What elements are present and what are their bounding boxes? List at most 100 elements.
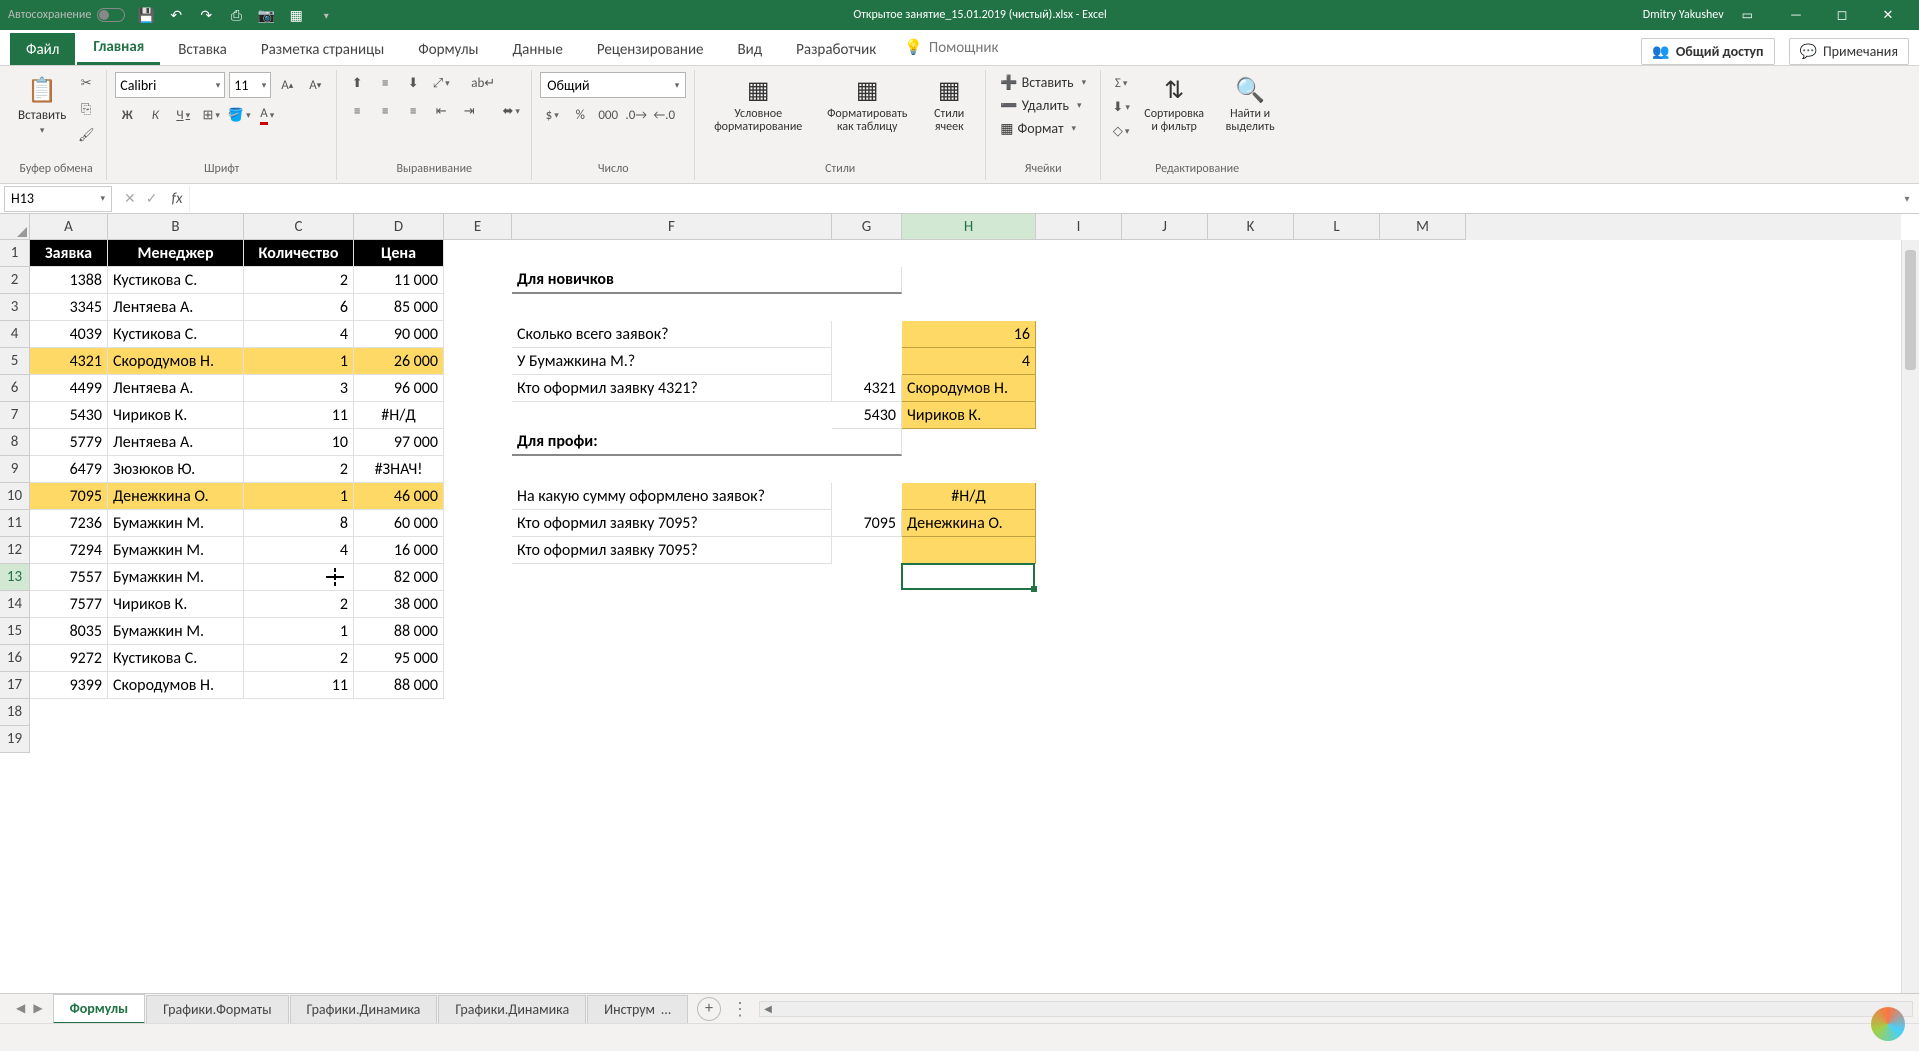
cell-C2[interactable]: 2 <box>244 267 354 294</box>
cell-D3[interactable]: 85 000 <box>354 294 444 321</box>
paste-button[interactable]: 📋 Вставить ▾ <box>14 72 70 138</box>
formula-input[interactable] <box>189 186 1895 212</box>
orientation-button[interactable]: ⤢ <box>429 72 453 94</box>
row-hdr-18[interactable]: 18 <box>0 699 30 726</box>
format-as-table-button[interactable]: ▦ Форматировать как таблицу <box>817 72 917 136</box>
cell-A15[interactable]: 8035 <box>30 618 108 645</box>
enter-formula-icon[interactable]: ✓ <box>146 190 158 207</box>
cell-B16[interactable]: Кустикова С. <box>108 645 244 672</box>
cells-area[interactable]: ЗаявкаМенеджерКоличествоЦена1388Кустиков… <box>30 240 1901 994</box>
cell-B7[interactable]: Чириков К. <box>108 402 244 429</box>
row-hdr-10[interactable]: 10 <box>0 483 30 510</box>
cell-D7[interactable]: #Н/Д <box>354 402 444 429</box>
close-button[interactable]: ✕ <box>1865 0 1911 30</box>
cell-D5[interactable]: 26 000 <box>354 348 444 375</box>
minimize-button[interactable]: — <box>1773 0 1819 30</box>
ribbon-display-icon[interactable]: ▭ <box>1742 8 1753 23</box>
fill-button[interactable]: ⬇ <box>1109 96 1133 118</box>
align-top-button[interactable]: ⬆ <box>345 72 369 94</box>
cell-F10[interactable]: На какую сумму оформлено заявок? <box>512 483 832 510</box>
cell-B13[interactable]: Бумажкин М. <box>108 564 244 591</box>
cell-A11[interactable]: 7236 <box>30 510 108 537</box>
tab-home[interactable]: Главная <box>77 30 160 65</box>
cell-C14[interactable]: 2 <box>244 591 354 618</box>
cell-C17[interactable]: 11 <box>244 672 354 699</box>
align-center-button[interactable]: ≡ <box>373 100 397 122</box>
cancel-formula-icon[interactable]: ✕ <box>124 190 136 207</box>
row-hdr-16[interactable]: 16 <box>0 645 30 672</box>
row-hdr-13[interactable]: 13 <box>0 564 30 591</box>
tab-data[interactable]: Данные <box>497 33 579 65</box>
cell-F5[interactable]: У Бумажкина М.? <box>512 348 832 375</box>
cell-B11[interactable]: Бумажкин М. <box>108 510 244 537</box>
tab-view[interactable]: Вид <box>722 33 779 65</box>
camera-icon[interactable]: 📷 <box>257 6 275 24</box>
col-hdr-B[interactable]: B <box>108 214 244 240</box>
tab-page-layout[interactable]: Разметка страницы <box>245 33 400 65</box>
row-hdr-7[interactable]: 7 <box>0 402 30 429</box>
align-left-button[interactable]: ≡ <box>345 100 369 122</box>
col-hdr-C[interactable]: C <box>244 214 354 240</box>
cell-D13[interactable]: 82 000 <box>354 564 444 591</box>
cell-D2[interactable]: 11 000 <box>354 267 444 294</box>
cell-C15[interactable]: 1 <box>244 618 354 645</box>
horizontal-scrollbar[interactable]: ◀ <box>759 1001 1913 1017</box>
cell-D1[interactable]: Цена <box>354 240 444 267</box>
cell-D16[interactable]: 95 000 <box>354 645 444 672</box>
col-hdr-F[interactable]: F <box>512 214 832 240</box>
insert-cells-button[interactable]: ➕Вставить▾ <box>994 72 1092 93</box>
decrease-decimal-button[interactable]: ←.0 <box>652 104 676 126</box>
cell-H7[interactable]: Чириков К. <box>902 402 1036 429</box>
row-hdr-14[interactable]: 14 <box>0 591 30 618</box>
cell-B8[interactable]: Лентяева А. <box>108 429 244 456</box>
col-hdr-A[interactable]: A <box>30 214 108 240</box>
col-hdr-M[interactable]: M <box>1380 214 1466 240</box>
autosum-button[interactable]: Σ <box>1109 72 1133 94</box>
cell-B5[interactable]: Скородумов Н. <box>108 348 244 375</box>
col-hdr-E[interactable]: E <box>444 214 512 240</box>
cell-H10[interactable]: #Н/Д <box>902 483 1036 510</box>
row-hdr-4[interactable]: 4 <box>0 321 30 348</box>
col-hdr-H[interactable]: H <box>902 214 1036 240</box>
cell-A13[interactable]: 7557 <box>30 564 108 591</box>
cell-B17[interactable]: Скородумов Н. <box>108 672 244 699</box>
merge-button[interactable]: ⬌ <box>499 100 523 122</box>
cell-A17[interactable]: 9399 <box>30 672 108 699</box>
save-icon[interactable]: 💾 <box>137 6 155 24</box>
align-bottom-button[interactable]: ⬇ <box>401 72 425 94</box>
cell-A4[interactable]: 4039 <box>30 321 108 348</box>
row-hdr-1[interactable]: 1 <box>0 240 30 267</box>
cell-H6[interactable]: Скородумов Н. <box>902 375 1036 402</box>
row-hdr-19[interactable]: 19 <box>0 726 30 753</box>
cell-F12[interactable]: Кто оформил заявку 7095? <box>512 537 832 564</box>
sheet-tab-2[interactable]: Графики.Форматы <box>146 995 288 1023</box>
cell-D17[interactable]: 88 000 <box>354 672 444 699</box>
align-right-button[interactable]: ≡ <box>401 100 425 122</box>
cell-A10[interactable]: 7095 <box>30 483 108 510</box>
name-box[interactable]: H13 ▾ <box>4 186 112 212</box>
cell-styles-button[interactable]: ▦ Стили ячеек <box>921 72 977 136</box>
cell-B9[interactable]: Зюзюков Ю. <box>108 456 244 483</box>
conditional-format-button[interactable]: ▦ Условное форматирование <box>703 72 813 136</box>
cell-C7[interactable]: 11 <box>244 402 354 429</box>
cell-C12[interactable]: 4 <box>244 537 354 564</box>
format-painter-button[interactable]: 🖌 <box>74 124 98 146</box>
cell-F8[interactable]: Для профи: <box>512 429 902 456</box>
col-hdr-I[interactable]: I <box>1036 214 1122 240</box>
add-sheet-button[interactable]: + <box>697 997 721 1021</box>
row-hdr-6[interactable]: 6 <box>0 375 30 402</box>
cell-D6[interactable]: 96 000 <box>354 375 444 402</box>
find-select-button[interactable]: 🔍 Найти и выделить <box>1215 72 1285 136</box>
cell-H5[interactable]: 4 <box>902 348 1036 375</box>
comments-button[interactable]: 💬 Примечания <box>1789 38 1909 65</box>
percent-button[interactable]: % <box>568 104 592 126</box>
accounting-button[interactable]: $ <box>540 104 564 126</box>
cell-B2[interactable]: Кустикова С. <box>108 267 244 294</box>
cell-F4[interactable]: Сколько всего заявок? <box>512 321 832 348</box>
increase-decimal-button[interactable]: .0→ <box>624 104 648 126</box>
cell-H4[interactable]: 16 <box>902 321 1036 348</box>
undo-icon[interactable]: ↶ <box>167 6 185 24</box>
italic-button[interactable]: К <box>143 104 167 126</box>
tab-insert[interactable]: Вставка <box>162 33 243 65</box>
delete-cells-button[interactable]: ➖Удалить▾ <box>994 95 1087 116</box>
